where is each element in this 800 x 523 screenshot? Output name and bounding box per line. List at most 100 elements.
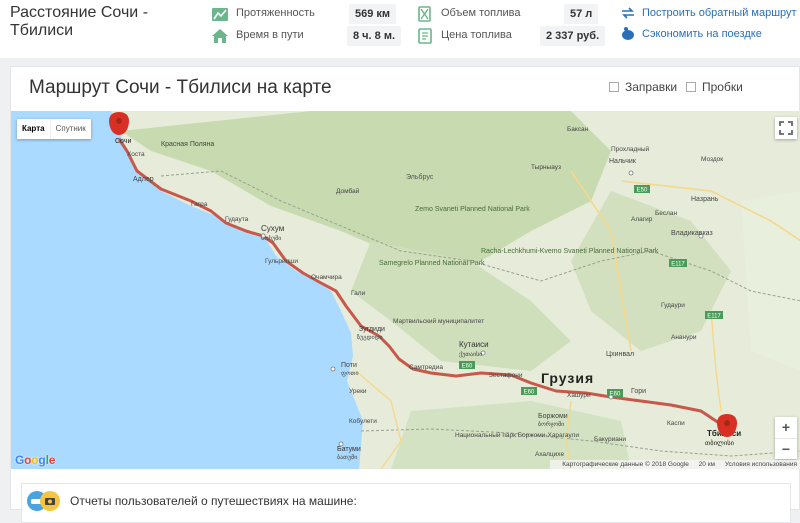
city-dot-gori — [608, 394, 614, 400]
label-gali: Гали — [351, 290, 366, 297]
road-badge-e60-b-text: E60 — [524, 390, 535, 396]
road-badge-e117-text: E117 — [671, 262, 685, 268]
label-adler: Адлер — [133, 176, 154, 183]
map-heading: Маршрут Сочи - Тбилиси на карте — [29, 77, 332, 98]
label-kaspi: Каспи — [667, 420, 685, 427]
gas-stations-toggle[interactable]: Заправки — [609, 80, 677, 94]
label-kutaisi: Кутаиси — [459, 340, 489, 349]
city-dot-nalchik — [628, 170, 634, 176]
label-krasnaya-polyana: Красная Поляна — [161, 141, 214, 148]
house-icon — [212, 29, 228, 43]
zoom-in-button[interactable]: + — [775, 417, 797, 438]
fuel-can-icon — [418, 6, 431, 22]
travel-time-value: 8 ч. 8 м. — [347, 26, 402, 46]
label-tskhinval: Цхинвал — [606, 351, 634, 358]
fuel-price-label: Цена топлива — [441, 29, 512, 41]
label-ochamchira: Очамчира — [311, 274, 342, 281]
distance-label: Протяженность — [236, 7, 315, 19]
label-poti-geo: ფოთი — [341, 371, 359, 377]
user-reports-title: Отчеты пользователей о путешествиях на м… — [70, 494, 357, 508]
zoom-control: + − — [775, 417, 797, 459]
map-data-credit: Картографические данные © 2018 Google — [562, 461, 689, 468]
traffic-toggle[interactable]: Пробки — [686, 80, 743, 94]
label-bakuriani: Бакуриани — [594, 436, 626, 443]
label-poti: Поти — [341, 362, 357, 369]
start-marker-dot — [116, 118, 122, 124]
reverse-route-text: Построить обратный маршрут — [642, 7, 797, 19]
label-sochi: Сочи — [115, 138, 131, 145]
label-ananuri: Ананури — [671, 334, 697, 341]
map-type-satellite-button[interactable]: Спутник — [49, 119, 91, 139]
fuel-price-stat: Цена топлива 2 337 руб. — [416, 26, 606, 46]
label-tyrnyauz: Тырныауз — [531, 164, 561, 171]
road-badge-e50-text: E50 — [637, 188, 648, 194]
label-sukhum-geo: სოხუმი — [261, 234, 281, 242]
fuel-volume-value: 57 л — [564, 4, 599, 24]
label-hosta: Хоста — [127, 151, 145, 158]
user-reports-panel: Отчеты пользователей о путешествиях на м… — [21, 483, 791, 523]
label-kutaisi-geo: ქუთაისი — [459, 351, 482, 358]
map-attribution: Картографические данные © 2018 Google 20… — [550, 460, 800, 469]
map-scale: 20 км — [698, 461, 716, 468]
label-nazran: Назрань — [691, 196, 719, 203]
label-alagir: Алагир — [631, 216, 653, 223]
fuel-price-icon — [418, 28, 432, 44]
car-camera-icon — [27, 491, 60, 511]
label-samegrelo: Samegrelo Planned National Park — [379, 260, 485, 267]
label-dombai: Домбай — [336, 187, 360, 195]
label-zestafoni: Зестафони — [489, 372, 523, 379]
road-badge-e60-a-text: E60 — [462, 364, 473, 370]
google-logo: Google — [15, 453, 56, 467]
map-terms-link[interactable]: Условия использования — [725, 461, 797, 468]
page-title: Расстояние Сочи - Тбилиси — [10, 4, 200, 40]
label-gulripshi: Гульрипши — [265, 258, 298, 265]
label-gagra: Гагра — [191, 201, 208, 208]
label-prokhladny: Прохладный — [611, 145, 650, 153]
route-summary-bar: Расстояние Сочи - Тбилиси Протяженность … — [0, 0, 800, 58]
label-sukhum: Сухум — [261, 224, 284, 233]
city-dot-poti — [330, 366, 336, 372]
gas-stations-label: Заправки — [625, 80, 678, 94]
label-batumi: Батуми — [337, 446, 361, 453]
label-zemo-svaneti: Zemo Svaneti Planned National Park — [415, 206, 530, 213]
label-borjomi: Боржоми — [538, 413, 568, 420]
distance-stat: Протяженность 569 км — [211, 4, 397, 24]
label-beslan: Беслан — [655, 210, 678, 217]
label-borjomi-geo: ბორჯომი — [538, 420, 564, 428]
fullscreen-button[interactable] — [775, 117, 797, 139]
fullscreen-icon — [779, 121, 793, 135]
label-gudauri: Гудаури — [661, 302, 685, 309]
road-badge-e117-b-text: E117 — [707, 314, 721, 320]
zoom-out-button[interactable]: − — [775, 438, 797, 459]
map-canvas[interactable]: E50 E117 E60 E60 E60 E117 Красная Поляна… — [11, 111, 800, 469]
label-gori: Гори — [631, 388, 646, 395]
swap-arrows-icon — [622, 7, 634, 19]
label-racha: Racha-Lechkhumi-Kvemo Svaneti Planned Na… — [481, 248, 659, 255]
distance-icon — [212, 8, 228, 21]
label-zugdidi: Зугдиди — [359, 326, 385, 333]
map-type-map-button[interactable]: Карта — [17, 119, 50, 139]
fuel-price-value: 2 337 руб. — [540, 26, 606, 46]
label-zugdidi-geo: ზუგდიდი — [357, 333, 383, 341]
label-georgia: Грузия — [541, 370, 594, 386]
map-card: Маршрут Сочи - Тбилиси на карте Заправки… — [10, 66, 800, 523]
route-map[interactable]: E50 E117 E60 E60 E60 E117 Красная Поляна… — [11, 111, 800, 469]
label-batumi-geo: ბათუმი — [337, 453, 357, 461]
label-borjomi-park: Национальный парк Боржоми-Харагаули — [455, 431, 579, 439]
label-ureki: Уреки — [349, 388, 367, 395]
label-martvili: Мартвильский муниципалитет — [393, 317, 484, 325]
map-type-control: Карта Спутник — [17, 119, 91, 139]
page-title-line1: Расстояние Сочи - — [10, 4, 149, 21]
page-title-line2: Тбилиси — [10, 22, 74, 39]
label-samtredia: Самтредиа — [409, 364, 443, 371]
label-khashuri: Хашури — [567, 392, 591, 399]
traffic-checkbox[interactable] — [686, 82, 696, 92]
label-vladikavkaz: Владикавказ — [671, 230, 713, 237]
fuel-volume-stat: Объем топлива 57 л — [416, 4, 599, 24]
label-akhaltsikhe: Ахалцихе — [535, 451, 564, 458]
distance-value: 569 км — [349, 4, 397, 24]
label-nalchik: Нальчик — [609, 158, 637, 165]
travel-time-label: Время в пути — [236, 29, 304, 41]
save-on-trip-text: Сэкономить на поездке — [642, 28, 762, 40]
gas-stations-checkbox[interactable] — [609, 82, 619, 92]
